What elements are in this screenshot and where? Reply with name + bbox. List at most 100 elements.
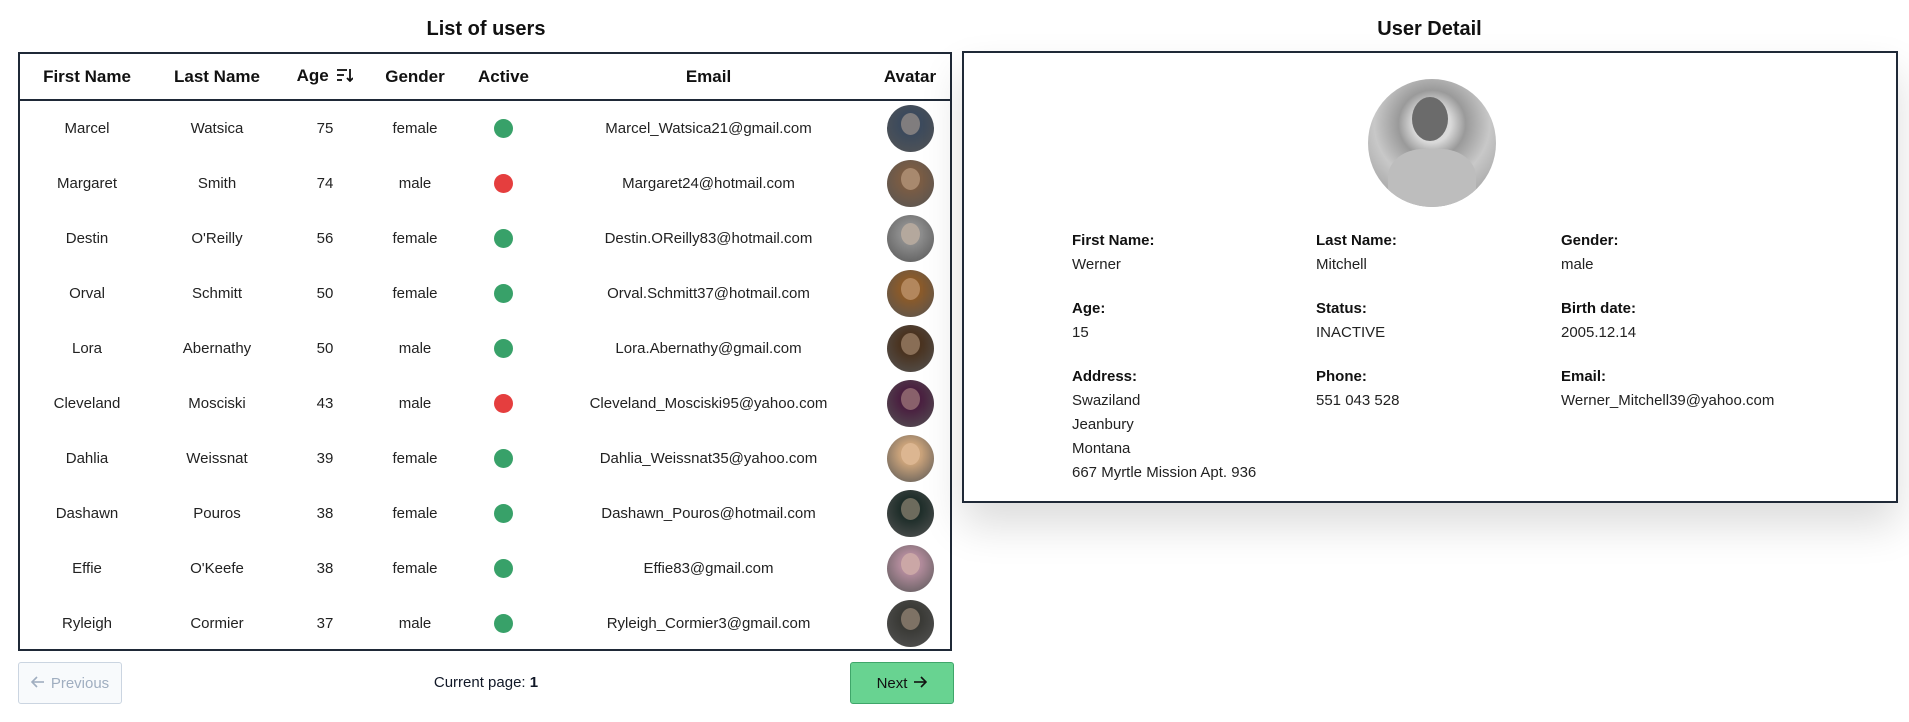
cell-gender: male — [398, 340, 432, 357]
detail-address: Address: Swaziland Jeanbury Montana 667 … — [1072, 365, 1312, 485]
table-row[interactable]: Cleveland Mosciski 43 male Cleveland_Moscisk… — [20, 376, 950, 431]
cell-gender: male — [398, 615, 432, 632]
cell-email: Destin.OReilly83@hotmail.com — [604, 230, 813, 247]
sort-descending-icon[interactable] — [337, 67, 355, 87]
cell-age: 56 — [316, 230, 334, 247]
status-active-dot — [494, 229, 513, 248]
cell-avatar — [870, 486, 950, 541]
cell-active — [460, 321, 547, 376]
pagination: Previous Current page: 1 Next — [18, 662, 954, 704]
cell-avatar — [870, 321, 950, 376]
cell-first-name: Lora — [71, 340, 103, 357]
table-row[interactable]: Effie O'Keefe 38 female Effie83@gmail.com — [20, 541, 950, 596]
cell-avatar — [870, 431, 950, 486]
status-active-dot — [494, 339, 513, 358]
arrow-right-icon — [913, 675, 928, 692]
cell-gender: female — [392, 505, 438, 522]
column-header-age-label: Age — [296, 66, 329, 86]
cell-avatar — [870, 376, 950, 431]
cell-active — [460, 596, 547, 649]
cell-gender: female — [392, 450, 438, 467]
user-detail-panel: First Name: Werner Last Name: Mitchell G… — [962, 51, 1898, 503]
table-row[interactable]: Lora Abernathy 50 male Lora.Abernathy@gmail.… — [20, 321, 950, 376]
detail-address-street: 667 Myrtle Mission Apt. 936 — [1072, 464, 1257, 481]
column-header-gender[interactable]: Gender — [370, 54, 460, 101]
cell-last-name: Cormier — [190, 615, 244, 632]
cell-avatar — [870, 156, 950, 211]
avatar — [886, 435, 934, 482]
detail-last-name-value: Mitchell — [1316, 256, 1367, 273]
detail-age-value: 15 — [1072, 324, 1089, 341]
cell-last-name: Watsica — [190, 120, 244, 137]
avatar — [886, 490, 934, 537]
status-active-dot — [494, 119, 513, 138]
cell-age: 37 — [316, 615, 334, 632]
detail-title: User Detail — [1377, 18, 1482, 40]
status-inactive-dot — [494, 174, 513, 193]
column-header-avatar: Avatar — [870, 54, 950, 101]
cell-first-name: Cleveland — [53, 395, 121, 412]
table-row[interactable]: Dahlia Weissnat 39 female Dahlia_Weissnat35@… — [20, 431, 950, 486]
cell-first-name: Ryleigh — [61, 615, 113, 632]
detail-address-city: Jeanbury — [1072, 416, 1134, 433]
status-active-dot — [494, 614, 513, 633]
column-header-active[interactable]: Active — [460, 54, 547, 101]
table-row[interactable]: Destin O'Reilly 56 female Destin.OReilly83@h… — [20, 211, 950, 266]
detail-first-name: First Name: Werner — [1072, 229, 1312, 277]
cell-age: 38 — [316, 560, 334, 577]
cell-first-name: Effie — [72, 560, 102, 577]
table-row[interactable]: Ryleigh Cormier 37 male Ryleigh_Cormier3@gma… — [20, 596, 950, 649]
detail-address-state: Montana — [1072, 440, 1131, 457]
cell-email: Marcel_Watsica21@gmail.com — [605, 120, 812, 137]
status-active-dot — [494, 449, 513, 468]
cell-last-name: Pouros — [193, 505, 241, 522]
avatar — [886, 545, 934, 592]
cell-first-name: Orval — [69, 285, 105, 302]
cell-active — [460, 376, 547, 431]
detail-birth-date: Birth date: 2005.12.14 — [1561, 297, 1801, 345]
column-header-age[interactable]: Age — [280, 54, 370, 101]
next-button-label: Next — [876, 674, 908, 692]
avatar — [886, 215, 934, 262]
detail-phone: Phone: 551 043 528 — [1316, 365, 1556, 413]
arrow-left-icon — [30, 675, 45, 692]
detail-phone-value: 551 043 528 — [1316, 392, 1400, 409]
cell-gender: male — [398, 395, 432, 412]
status-active-dot — [494, 504, 513, 523]
detail-gender: Gender: male — [1561, 229, 1801, 277]
detail-gender-label: Gender: — [1561, 232, 1619, 249]
avatar — [886, 600, 934, 647]
cell-age: 75 — [316, 120, 334, 137]
column-header-email[interactable]: Email — [547, 54, 870, 101]
cell-avatar — [870, 596, 950, 649]
avatar — [886, 270, 934, 317]
table-row[interactable]: Margaret Smith 74 male Margaret24@hotmail.co… — [20, 156, 950, 211]
cell-last-name: Schmitt — [191, 285, 242, 302]
table-row[interactable]: Dashawn Pouros 38 female Dashawn_Pouros@hotm… — [20, 486, 950, 541]
cell-last-name: O'Reilly — [191, 230, 243, 247]
cell-last-name: Weissnat — [186, 450, 248, 467]
detail-email-value: Werner_Mitchell39@yahoo.com — [1561, 392, 1775, 409]
cell-gender: female — [392, 230, 438, 247]
avatar — [886, 325, 934, 372]
cell-last-name: Mosciski — [188, 395, 246, 412]
detail-first-name-label: First Name: — [1072, 232, 1155, 249]
detail-last-name: Last Name: Mitchell — [1316, 229, 1556, 277]
detail-birth-date-value: 2005.12.14 — [1561, 324, 1637, 341]
current-page-indicator: Current page: 1 — [18, 662, 954, 704]
cell-first-name: Margaret — [56, 175, 118, 192]
table-row[interactable]: Orval Schmitt 50 female Orval.Schmitt37@hotm… — [20, 266, 950, 321]
table-row[interactable]: Marcel Watsica 75 female Marcel_Watsica21@gm… — [20, 100, 950, 156]
status-active-dot — [494, 284, 513, 303]
previous-button[interactable]: Previous — [18, 662, 122, 704]
cell-email: Ryleigh_Cormier3@gmail.com — [606, 615, 811, 632]
column-header-last-name[interactable]: Last Name — [154, 54, 280, 101]
cell-age: 50 — [316, 285, 334, 302]
cell-last-name: Abernathy — [182, 340, 252, 357]
column-header-first-name[interactable]: First Name — [20, 54, 154, 101]
next-button[interactable]: Next — [850, 662, 954, 704]
detail-status: Status: INACTIVE — [1316, 297, 1556, 345]
cell-email: Dahlia_Weissnat35@yahoo.com — [599, 450, 818, 467]
detail-last-name-label: Last Name: — [1316, 232, 1397, 249]
detail-phone-label: Phone: — [1316, 368, 1367, 385]
